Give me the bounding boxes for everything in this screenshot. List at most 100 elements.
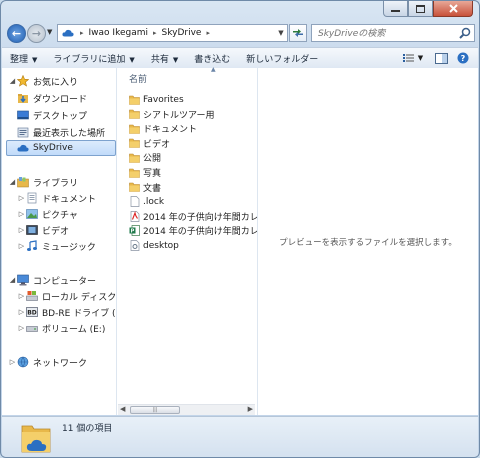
item-count: 11 個の項目 — [62, 424, 113, 434]
column-header-name[interactable]: 名前 — [129, 72, 147, 85]
new-folder-button[interactable]: 新しいフォルダー — [238, 52, 326, 65]
horizontal-scrollbar[interactable]: ◀ ||| ▶ — [118, 404, 255, 415]
back-button[interactable]: ← — [7, 24, 26, 43]
nav-label-local-disk: ローカル ディスク ( — [42, 292, 117, 303]
recent-pages-dropdown[interactable]: ▼ — [47, 28, 52, 36]
music-icon — [27, 240, 37, 251]
burn-button[interactable]: 書き込む — [186, 52, 238, 65]
nav-item-libraries[interactable]: ◢ ライブラリ — [8, 174, 78, 190]
address-bar[interactable]: ▸ Iwao Ikegami ▸ SkyDrive ▸ ▼ — [57, 24, 288, 42]
expand-arrow-icon[interactable]: ▷ — [17, 242, 26, 250]
nav-label-skydrive: SkyDrive — [33, 143, 73, 153]
new-folder-label: 新しいフォルダー — [246, 54, 319, 65]
file-row[interactable]: シアトルツアー用 — [129, 108, 257, 121]
file-row[interactable]: 公開 — [129, 151, 257, 164]
forward-button[interactable]: → — [27, 24, 46, 43]
nav-item-skydrive[interactable]: SkyDrive — [17, 140, 73, 156]
breadcrumb-separator-icon[interactable]: ▸ — [204, 29, 212, 37]
nav-item-documents[interactable]: ▷ ドキュメント — [17, 190, 96, 206]
collapse-arrow-icon[interactable]: ◢ — [8, 178, 17, 186]
nav-item-music[interactable]: ▷ ミュージック — [17, 238, 96, 254]
skydrive-cloud-icon — [17, 144, 29, 152]
file-row[interactable]: ビデオ — [129, 137, 257, 150]
file-row[interactable]: P 2014 年の子供向け年間カレン — [129, 224, 257, 237]
nav-item-volume[interactable]: ▷ ボリューム (E:) — [17, 320, 106, 336]
nav-item-local-disk[interactable]: ▷ ローカル ディスク ( — [17, 288, 117, 304]
file-name: シアトルツアー用 — [143, 110, 215, 121]
view-list-icon — [402, 54, 414, 62]
nav-label-bd-drive: BD-RE ドライブ (D — [42, 308, 117, 319]
scroll-right-icon[interactable]: ▶ — [248, 405, 253, 413]
folder-icon — [129, 167, 140, 178]
folder-icon — [129, 109, 140, 120]
folder-icon — [129, 123, 140, 134]
nav-label-volume: ボリューム (E:) — [42, 324, 106, 335]
file-name: 公開 — [143, 154, 162, 165]
scroll-left-icon[interactable]: ◀ — [120, 405, 125, 413]
nav-item-videos[interactable]: ▷ ビデオ — [17, 222, 69, 238]
downloads-folder-icon — [18, 94, 28, 103]
nav-item-favorites[interactable]: ◢ お気に入り — [8, 73, 78, 89]
add-to-library-button[interactable]: ライブラリに追加 ▼ — [45, 52, 142, 65]
expand-arrow-icon[interactable]: ▷ — [8, 358, 17, 366]
nav-item-bd-drive[interactable]: ▷ BD BD-RE ドライブ (D — [17, 304, 117, 320]
address-history-dropdown[interactable]: ▼ — [274, 29, 287, 37]
file-row[interactable]: 写真 — [129, 166, 257, 179]
breadcrumb-separator-icon[interactable]: ▸ — [151, 29, 159, 37]
close-button[interactable] — [433, 1, 473, 17]
nav-item-downloads[interactable]: ダウンロード — [17, 90, 87, 106]
expand-arrow-icon[interactable]: ▷ — [17, 226, 26, 234]
collapse-arrow-icon[interactable]: ◢ — [8, 77, 17, 85]
help-button[interactable]: ? — [456, 52, 470, 64]
nav-label-desktop: デスクトップ — [33, 111, 88, 122]
file-name: ビデオ — [143, 139, 171, 150]
search-icon[interactable] — [459, 27, 471, 39]
nav-label-downloads: ダウンロード — [33, 94, 88, 105]
nav-item-recent-places[interactable]: 最近表示した場所 — [17, 124, 105, 140]
preview-pane-icon — [434, 52, 448, 64]
close-icon — [448, 4, 458, 13]
search-input[interactable] — [312, 25, 460, 42]
file-row[interactable]: ドキュメント — [129, 122, 257, 135]
scrollbar-thumb[interactable]: ||| — [130, 406, 180, 414]
collapse-arrow-icon[interactable]: ◢ — [8, 276, 17, 284]
file-row[interactable]: .lock — [129, 195, 257, 208]
file-row[interactable]: 2014 年の子供向け年間カレン — [129, 210, 257, 223]
minimize-button[interactable] — [383, 1, 408, 17]
file-row[interactable]: Favorites — [129, 93, 257, 106]
nav-item-computer[interactable]: ◢ コンピューター — [8, 272, 96, 288]
nav-label-recent-places: 最近表示した場所 — [33, 128, 106, 139]
svg-text:P: P — [131, 229, 135, 235]
search-box[interactable] — [311, 24, 475, 42]
chevron-down-icon: ▼ — [172, 55, 179, 64]
breadcrumb-separator-icon[interactable]: ▸ — [78, 29, 86, 37]
file-name: .lock — [143, 196, 165, 207]
file-row[interactable]: 文書 — [129, 181, 257, 194]
folder-icon — [129, 182, 140, 193]
nav-item-pictures[interactable]: ▷ ピクチャ — [17, 206, 78, 222]
nav-label-pictures: ピクチャ — [42, 210, 78, 221]
svg-text:BD: BD — [27, 310, 37, 317]
refresh-icon — [293, 29, 303, 37]
share-button[interactable]: 共有 ▼ — [143, 52, 186, 65]
file-row[interactable]: desktop — [129, 239, 257, 252]
expand-arrow-icon[interactable]: ▷ — [17, 292, 26, 300]
burn-label: 書き込む — [194, 54, 231, 65]
organize-label: 整理 — [10, 54, 29, 65]
refresh-button[interactable] — [289, 24, 307, 42]
pdf-icon — [129, 210, 140, 222]
maximize-button[interactable] — [408, 1, 433, 17]
share-label: 共有 — [150, 54, 169, 65]
expand-arrow-icon[interactable]: ▷ — [17, 210, 26, 218]
expand-arrow-icon[interactable]: ▷ — [17, 194, 26, 202]
breadcrumb-user[interactable]: Iwao Ikegami — [86, 28, 151, 38]
nav-item-desktop[interactable]: デスクトップ — [17, 107, 87, 123]
svg-text:?: ? — [461, 54, 466, 63]
expand-arrow-icon[interactable]: ▷ — [17, 308, 26, 316]
expand-arrow-icon[interactable]: ▷ — [17, 324, 26, 332]
preview-pane-button[interactable] — [434, 52, 448, 64]
change-view-button[interactable]: ▼ — [400, 52, 426, 64]
organize-button[interactable]: 整理 ▼ — [2, 52, 45, 65]
nav-item-network[interactable]: ▷ ネットワーク — [8, 354, 87, 370]
breadcrumb-skydrive[interactable]: SkyDrive — [159, 28, 205, 38]
